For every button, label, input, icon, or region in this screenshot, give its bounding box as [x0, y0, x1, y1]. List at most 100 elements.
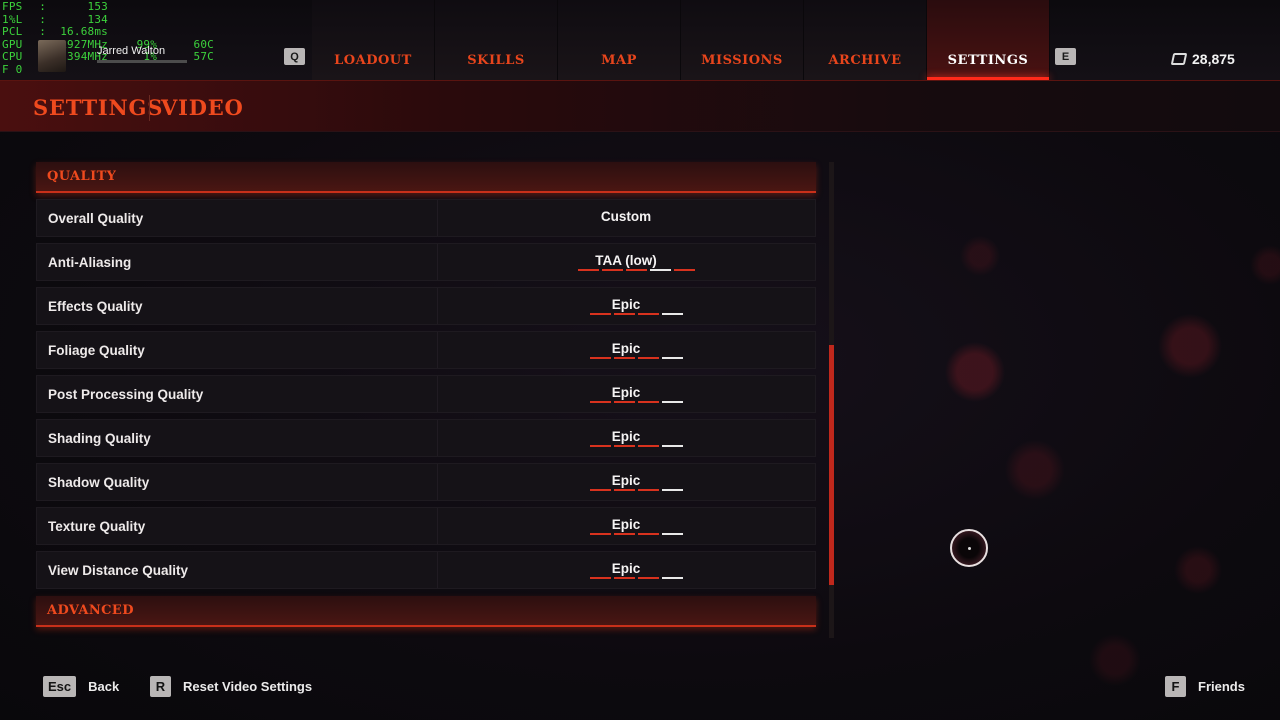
setting-label: View Distance Quality — [48, 562, 189, 578]
perf-extra — [108, 14, 157, 27]
friends-button[interactable]: F Friends — [1165, 676, 1245, 697]
setting-row-anti-aliasing[interactable]: Anti-Aliasing TAA (low) — [36, 243, 816, 281]
perf-extra — [108, 26, 157, 39]
setting-row-overall-quality[interactable]: Overall Quality Custom — [36, 199, 816, 237]
quality-tick — [661, 445, 683, 447]
setting-row-view-distance-quality[interactable]: View Distance Quality Epic — [36, 551, 816, 589]
tab-archive[interactable]: ARCHIVE — [804, 0, 927, 80]
setting-row-texture-quality[interactable]: Texture Quality Epic — [36, 507, 816, 545]
setting-label: Anti-Aliasing — [48, 254, 132, 270]
breadcrumb: SETTINGS VIDEO — [0, 80, 1280, 132]
breadcrumb-section[interactable]: SETTINGS — [33, 95, 163, 120]
quality-level-indicator — [577, 269, 695, 271]
quality-level-indicator — [589, 313, 683, 315]
setting-label: Shading Quality — [48, 430, 151, 446]
perf-sep: : — [39, 25, 47, 38]
setting-label: Texture Quality — [48, 518, 146, 534]
quality-tick — [589, 313, 611, 315]
quality-tick — [601, 269, 623, 271]
quality-tick — [613, 533, 635, 535]
setting-value[interactable]: Custom — [437, 209, 815, 224]
currency-display: 28,875 — [1170, 51, 1235, 67]
quality-tick — [577, 269, 599, 271]
setting-row-effects-quality[interactable]: Effects Quality Epic — [36, 287, 816, 325]
setting-row-shadow-quality[interactable]: Shadow Quality Epic — [36, 463, 816, 501]
quality-level-indicator — [589, 445, 683, 447]
setting-label: Foliage Quality — [48, 342, 145, 358]
perf-key: F 0 — [2, 62, 23, 76]
setting-label: Shadow Quality — [48, 474, 150, 490]
back-label: Back — [88, 679, 120, 694]
quality-level-indicator — [589, 577, 683, 579]
friends-label: Friends — [1198, 679, 1245, 694]
performance-overlay: FPS:1531%L:134PCL:16.68msGPU:1927MHz99%6… — [2, 0, 214, 77]
back-button[interactable]: Esc Back — [43, 676, 119, 697]
quality-tick — [613, 489, 635, 491]
next-tab-key[interactable]: E — [1055, 48, 1076, 65]
perf-key: PCL — [2, 25, 23, 38]
perf-key: CPU — [2, 50, 23, 63]
perf-extra — [108, 64, 157, 77]
main-nav: LOADOUT SKILLS MAP MISSIONS ARCHIVE SETTINGS — [312, 0, 1050, 80]
quality-tick — [589, 357, 611, 359]
setting-row-post-processing-quality[interactable]: Post Processing Quality Epic — [36, 375, 816, 413]
tab-map[interactable]: MAP — [558, 0, 681, 80]
quality-level-indicator — [589, 489, 683, 491]
setting-value[interactable]: Epic — [437, 385, 815, 400]
tab-missions[interactable]: MISSIONS — [681, 0, 804, 80]
setting-row-foliage-quality[interactable]: Foliage Quality Epic — [36, 331, 816, 369]
setting-row-shading-quality[interactable]: Shading Quality Epic — [36, 419, 816, 457]
setting-label: Effects Quality — [48, 298, 143, 314]
setting-value[interactable]: Epic — [437, 473, 815, 488]
perf-extra2 — [157, 64, 214, 77]
quality-tick — [589, 489, 611, 491]
setting-value[interactable]: Epic — [437, 429, 815, 444]
advanced-section-header[interactable]: ADVANCED — [36, 596, 816, 627]
quality-tick — [661, 357, 683, 359]
player-xp-bar — [97, 60, 187, 63]
mouse-cursor — [950, 529, 988, 567]
settings-panel: QUALITY Overall Quality Custom Anti-Aliasi… — [36, 162, 816, 627]
quality-tick — [661, 577, 683, 579]
breadcrumb-page: VIDEO — [161, 95, 244, 120]
f-key-icon: F — [1165, 676, 1186, 697]
perf-extra2 — [157, 14, 214, 27]
tab-loadout[interactable]: LOADOUT — [312, 0, 435, 80]
tab-skills[interactable]: SKILLS — [435, 0, 558, 80]
setting-label: Post Processing Quality — [48, 386, 204, 402]
quality-tick — [589, 445, 611, 447]
setting-value[interactable]: Epic — [437, 561, 815, 576]
reset-video-settings-button[interactable]: R Reset Video Settings — [150, 676, 312, 697]
perf-extra2 — [157, 26, 214, 39]
perf-extra2 — [157, 1, 214, 14]
quality-section-header[interactable]: QUALITY — [36, 162, 816, 193]
quality-tick — [613, 357, 635, 359]
quality-tick — [625, 269, 647, 271]
scrollbar-thumb[interactable] — [829, 345, 834, 585]
avatar — [38, 40, 66, 72]
quality-tick — [661, 401, 683, 403]
scrollbar-track[interactable] — [829, 162, 834, 638]
perf-row: F 0 — [2, 62, 214, 77]
quality-tick — [589, 577, 611, 579]
player-name: Jarred Walton — [97, 45, 166, 57]
tab-settings[interactable]: SETTINGS — [927, 0, 1050, 80]
breadcrumb-divider — [149, 95, 150, 121]
setting-value[interactable]: Epic — [437, 297, 815, 312]
quality-tick — [661, 489, 683, 491]
reset-label: Reset Video Settings — [183, 679, 313, 694]
quality-tick — [637, 357, 659, 359]
quality-tick — [637, 533, 659, 535]
prev-tab-key[interactable]: Q — [284, 48, 305, 65]
perf-sep: : — [39, 0, 47, 13]
setting-value[interactable]: Epic — [437, 341, 815, 356]
currency-amount: 28,875 — [1192, 51, 1235, 67]
quality-level-indicator — [589, 401, 683, 403]
quality-tick — [637, 313, 659, 315]
r-key-icon: R — [150, 676, 171, 697]
setting-value[interactable]: Epic — [437, 517, 815, 532]
quality-tick — [613, 401, 635, 403]
perf-row: PCL:16.68ms — [2, 25, 214, 39]
perf-value: 16.68ms — [60, 25, 108, 38]
setting-value[interactable]: TAA (low) — [437, 253, 815, 268]
